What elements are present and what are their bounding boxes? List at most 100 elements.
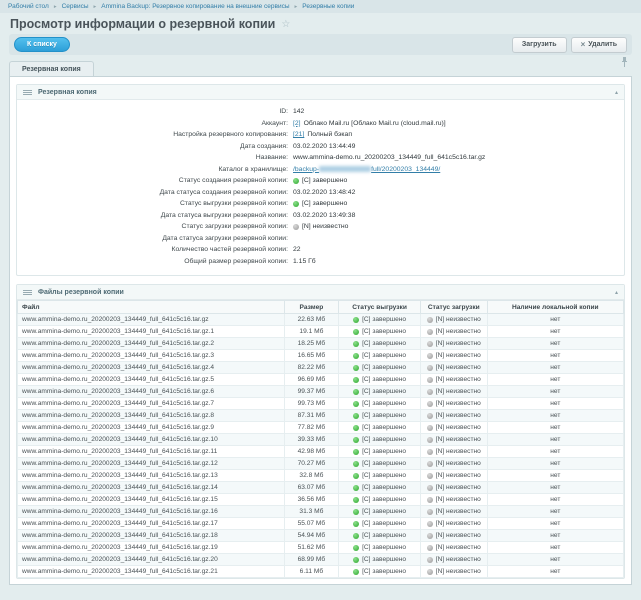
file-size-cell: 54.94 Мб (284, 530, 339, 542)
status-gray-icon (427, 497, 433, 503)
file-size-cell: 77.82 Мб (284, 422, 339, 434)
breadcrumb-backup-copies[interactable]: Резервные копии (302, 3, 354, 10)
file-name-cell: www.ammina-demo.ru_20200203_134449_full_… (18, 338, 285, 350)
field-upload-status: Статус выгрузки резервной копии: [C] зав… (17, 198, 624, 210)
table-row: www.ammina-demo.ru_20200203_134449_full_… (18, 434, 624, 446)
delete-button-label: Удалить (588, 41, 617, 48)
local-copy-cell: нет (487, 446, 623, 458)
status-green-icon (353, 545, 359, 551)
field-download-status: Статус загрузки резервной копии: [N] неи… (17, 221, 624, 233)
file-size-cell: 63.07 Мб (284, 482, 339, 494)
field-label: Аккаунт: (17, 120, 293, 127)
download-status-cell: [N] неизвестно (420, 338, 487, 350)
field-label: ID: (17, 108, 293, 115)
local-copy-cell: нет (487, 518, 623, 530)
field-storage-dir: Каталог в хранилище: /backup-full/202002… (17, 164, 624, 176)
setting-text: Полный бэкап (307, 131, 352, 138)
redacted-segment (319, 166, 371, 172)
file-name-cell: www.ammina-demo.ru_20200203_134449_full_… (18, 482, 285, 494)
field-total-size: Общий размер резервной копии: 1.15 Гб (17, 256, 624, 268)
status-green-icon (353, 353, 359, 359)
files-panel: Файлы резервной копии ▴ Файл Размер Стат… (16, 284, 625, 579)
favorite-star-icon[interactable]: ☆ (281, 19, 290, 30)
status-gray-icon (427, 341, 433, 347)
pin-icon[interactable] (621, 54, 628, 72)
field-value: [2] Облако Mail.ru [Облако Mail.ru (clou… (293, 120, 446, 127)
column-header-local-copy: Наличие локальной копии (487, 301, 623, 314)
storage-dir-link[interactable]: /backup-full/20200203_134449/ (293, 166, 440, 173)
field-backup-setting: Настройка резервного копирования: [21] П… (17, 129, 624, 141)
column-header-download-status: Статус загрузки (420, 301, 487, 314)
files-panel-header: Файлы резервной копии ▴ (17, 285, 624, 300)
upload-status-cell: [C] завершено (339, 530, 421, 542)
upload-status-cell: [C] завершено (339, 398, 421, 410)
close-icon: × (581, 41, 586, 49)
table-row: www.ammina-demo.ru_20200203_134449_full_… (18, 338, 624, 350)
table-row: www.ammina-demo.ru_20200203_134449_full_… (18, 374, 624, 386)
account-text: Облако Mail.ru [Облако Mail.ru (cloud.ma… (304, 120, 446, 127)
status-green-icon (353, 425, 359, 431)
breadcrumb-services[interactable]: Сервисы (62, 3, 89, 10)
account-link[interactable]: [2] (293, 120, 301, 127)
storage-dir-suffix: full/20200203_134449/ (371, 166, 440, 173)
files-panel-title: Файлы резервной копии (38, 289, 124, 296)
status-green-icon (353, 497, 359, 503)
status-green-icon (353, 389, 359, 395)
status-green-icon (353, 413, 359, 419)
storage-dir-prefix: /backup- (293, 166, 319, 173)
file-size-cell: 96.69 Мб (284, 374, 339, 386)
download-status-cell: [N] неизвестно (420, 362, 487, 374)
file-name-cell: www.ammina-demo.ru_20200203_134449_full_… (18, 446, 285, 458)
status-gray-icon (427, 569, 433, 575)
file-size-cell: 99.37 Мб (284, 386, 339, 398)
field-id: ID: 142 (17, 106, 624, 118)
download-button[interactable]: Загрузить (512, 37, 567, 53)
download-status-cell: [N] неизвестно (420, 566, 487, 578)
backup-info-panel-header: Резервная копия ▴ (17, 85, 624, 100)
table-row: www.ammina-demo.ru_20200203_134449_full_… (18, 326, 624, 338)
download-status-cell: [N] неизвестно (420, 410, 487, 422)
file-name-cell: www.ammina-demo.ru_20200203_134449_full_… (18, 350, 285, 362)
status-green-icon (353, 461, 359, 467)
column-header-size: Размер (284, 301, 339, 314)
breadcrumb-desktop[interactable]: Рабочий стол (8, 3, 49, 10)
file-name-cell: www.ammina-demo.ru_20200203_134449_full_… (18, 566, 285, 578)
status-green-icon (293, 201, 299, 207)
field-value: www.ammina-demo.ru_20200203_134449_full_… (293, 154, 485, 161)
breadcrumb-separator-icon: ▸ (54, 4, 57, 10)
collapse-icon[interactable]: ▴ (615, 289, 618, 296)
status-gray-icon (427, 425, 433, 431)
table-row: www.ammina-demo.ru_20200203_134449_full_… (18, 398, 624, 410)
menu-icon[interactable] (23, 290, 32, 295)
menu-icon[interactable] (23, 90, 32, 95)
file-size-cell: 55.07 Мб (284, 518, 339, 530)
status-gray-icon (427, 413, 433, 419)
upload-status-cell: [C] завершено (339, 494, 421, 506)
download-status-cell: [N] неизвестно (420, 458, 487, 470)
field-parts-count: Количество частей резервной копии: 22 (17, 244, 624, 256)
tab-backup-copy[interactable]: Резервная копия (9, 61, 94, 76)
field-label: Количество частей резервной копии: (17, 246, 293, 253)
local-copy-cell: нет (487, 494, 623, 506)
field-label: Дата создания: (17, 143, 293, 150)
collapse-icon[interactable]: ▴ (615, 89, 618, 96)
field-label: Статус выгрузки резервной копии: (17, 200, 293, 207)
file-size-cell: 32.8 Мб (284, 470, 339, 482)
setting-link[interactable]: [21] (293, 131, 304, 138)
toolbar: К списку Загрузить × Удалить (9, 34, 632, 55)
status-green-icon (353, 557, 359, 563)
file-size-cell: 19.1 Мб (284, 326, 339, 338)
status-green-icon (353, 377, 359, 383)
upload-status-cell: [C] завершено (339, 458, 421, 470)
upload-status-cell: [C] завершено (339, 350, 421, 362)
back-to-list-button[interactable]: К списку (14, 37, 70, 52)
download-status-cell: [N] неизвестно (420, 530, 487, 542)
table-row: www.ammina-demo.ru_20200203_134449_full_… (18, 362, 624, 374)
local-copy-cell: нет (487, 314, 623, 326)
breadcrumb-ammina-backup[interactable]: Ammina Backup: Резервное копирование на … (101, 3, 289, 10)
delete-button[interactable]: × Удалить (571, 37, 627, 53)
status-green-icon (353, 401, 359, 407)
local-copy-cell: нет (487, 482, 623, 494)
table-row: www.ammina-demo.ru_20200203_134449_full_… (18, 470, 624, 482)
file-name-cell: www.ammina-demo.ru_20200203_134449_full_… (18, 362, 285, 374)
